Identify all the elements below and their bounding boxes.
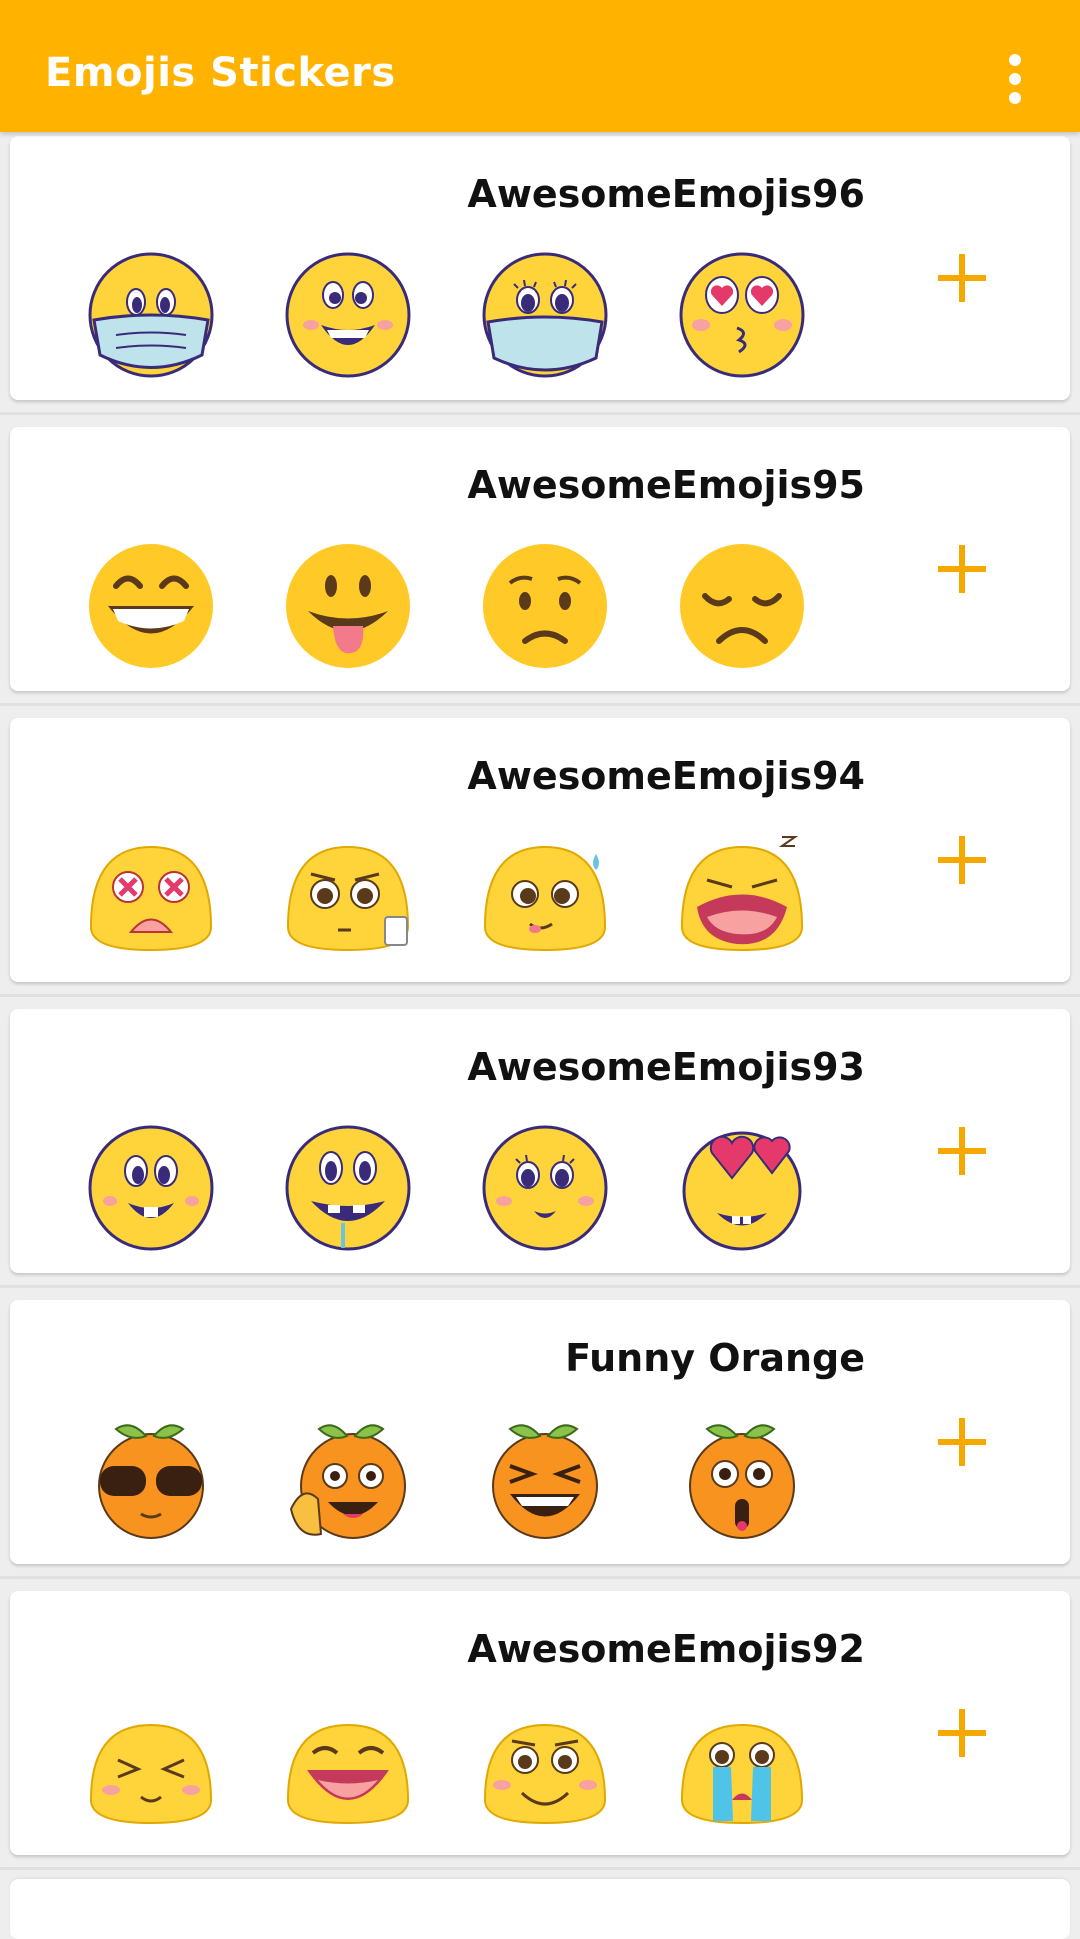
pack-name: AwesomeEmojis92: [467, 1627, 865, 1671]
sleepy-yawn-sticker: [677, 832, 807, 962]
laughing-sticker: [283, 1705, 413, 1835]
divider: [0, 1285, 1080, 1288]
add-pack-button[interactable]: [930, 1119, 994, 1183]
sticker-pack-card[interactable]: AwesomeEmojis93: [10, 1009, 1070, 1273]
orange-squint-laugh-sticker: [480, 1414, 610, 1544]
happy-blush-sticker: [480, 1705, 610, 1835]
cute-smile-sticker: [480, 1123, 610, 1253]
sticker-pack-card-partial[interactable]: [10, 1879, 1070, 1939]
add-pack-button[interactable]: [930, 828, 994, 892]
grinning-blush-sticker: [283, 250, 413, 380]
worried-sticker: [480, 541, 610, 671]
divider: [0, 1576, 1080, 1579]
pack-name: AwesomeEmojis93: [467, 1045, 865, 1089]
divider: [0, 994, 1080, 997]
sticker-pack-card[interactable]: AwesomeEmojis94: [10, 718, 1070, 982]
divider: [0, 412, 1080, 415]
add-pack-button[interactable]: [930, 246, 994, 310]
orange-sunglasses-sticker: [86, 1414, 216, 1544]
heart-eyes-sticker: [677, 1123, 807, 1253]
pack-name: Funny Orange: [565, 1336, 865, 1380]
divider: [0, 1867, 1080, 1870]
tongue-out-sticker: [283, 541, 413, 671]
orange-surprised-sticker: [677, 1414, 807, 1544]
pack-name: AwesomeEmojis96: [467, 172, 865, 216]
app-title: Emojis Stickers: [45, 50, 396, 96]
divider: [0, 703, 1080, 706]
face-with-mask-sticker: [86, 250, 216, 380]
tired-coffee-sticker: [283, 832, 413, 962]
add-pack-button[interactable]: [930, 1701, 994, 1765]
add-pack-button[interactable]: [930, 1410, 994, 1474]
sticker-pack-card[interactable]: Funny Orange: [10, 1300, 1070, 1564]
add-pack-button[interactable]: [930, 537, 994, 601]
cute-mask-sticker: [480, 250, 610, 380]
pack-name: AwesomeEmojis94: [467, 754, 865, 798]
drooling-sticker: [283, 1123, 413, 1253]
disappointed-sticker: [677, 541, 807, 671]
sticker-pack-card[interactable]: AwesomeEmojis95: [10, 427, 1070, 691]
sweat-smile-sticker: [480, 832, 610, 962]
pack-name: AwesomeEmojis95: [467, 463, 865, 507]
sticker-pack-card[interactable]: AwesomeEmojis92: [10, 1591, 1070, 1855]
more-vert-icon[interactable]: [996, 52, 1036, 106]
sticker-pack-card[interactable]: AwesomeEmojis96: [10, 136, 1070, 400]
big-grin-sticker: [86, 541, 216, 671]
orange-laughing-sticker: [283, 1414, 413, 1544]
squint-smile-sticker: [86, 1705, 216, 1835]
crying-sticker: [677, 1705, 807, 1835]
buck-tooth-grin-sticker: [86, 1123, 216, 1253]
heart-eyes-kiss-sticker: [677, 250, 807, 380]
dizzy-x-eyes-sticker: [86, 832, 216, 962]
app-bar: Emojis Stickers: [0, 0, 1080, 132]
